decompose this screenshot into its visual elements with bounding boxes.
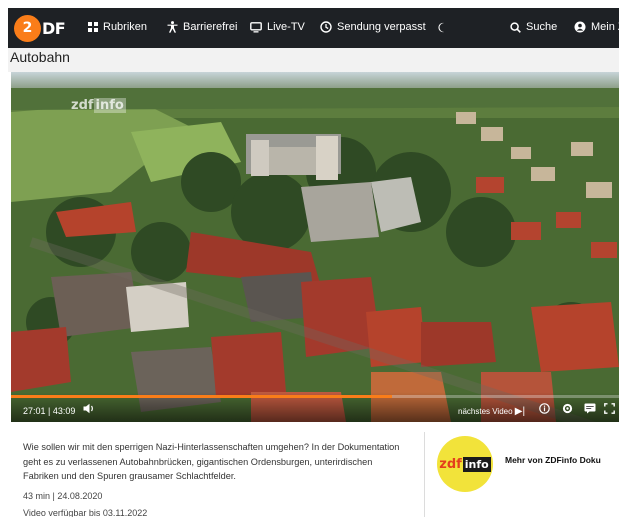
- tv-icon: [250, 21, 262, 33]
- nav-suche[interactable]: Suche: [509, 21, 557, 33]
- nav-live-tv[interactable]: Live-TV: [250, 21, 305, 33]
- fullscreen-icon[interactable]: [604, 403, 615, 414]
- top-navigation: 2 DF Rubriken Barrierefrei Live-TV Sendu…: [8, 8, 619, 48]
- video-meta: 43 min | 24.08.2020: [23, 491, 103, 501]
- dark-mode-icon: [436, 21, 448, 33]
- nav-sendung-verpasst[interactable]: Sendung verpasst: [320, 21, 426, 33]
- info-icon[interactable]: [539, 403, 550, 414]
- nav-barrierefrei-label: Barrierefrei: [183, 21, 238, 33]
- nav-rubriken[interactable]: Rubriken: [88, 21, 147, 33]
- page: 2 DF Rubriken Barrierefrei Live-TV Sendu…: [0, 0, 619, 517]
- time-separator: |: [48, 406, 51, 416]
- current-time: 27:01: [23, 406, 46, 416]
- zdf-logo[interactable]: 2 DF: [14, 14, 76, 42]
- channel-logo-info: info: [462, 456, 491, 472]
- divider: [424, 432, 425, 517]
- video-player[interactable]: zdf info 27:01 | 43:09 nächstes Video ▶|: [11, 72, 619, 422]
- settings-icon[interactable]: [562, 403, 573, 414]
- grid-icon: [88, 22, 98, 32]
- video-description: Wie sollen wir mit den sperrigen Nazi-Hi…: [23, 442, 400, 481]
- nav-live-tv-label: Live-TV: [267, 21, 305, 33]
- player-controls: 27:01 | 43:09 nächstes Video ▶|: [11, 392, 619, 422]
- clock-icon: [320, 21, 332, 33]
- volume-icon[interactable]: [83, 403, 96, 414]
- page-title: Autobahn: [10, 49, 70, 65]
- zdfinfo-channel-logo[interactable]: zdf info: [437, 436, 493, 492]
- watermark-zdf: zdf: [71, 98, 94, 113]
- search-icon: [509, 21, 521, 33]
- nav-mein-zdf-label: Mein ZDF: [591, 21, 619, 33]
- zdf-logo-text: DF: [42, 18, 66, 38]
- time-display: 27:01 | 43:09: [23, 406, 75, 416]
- zdf-logo-circle: 2: [14, 14, 41, 42]
- more-from-zdfinfo-link[interactable]: Mehr von ZDFinfo Doku: [505, 455, 601, 465]
- nav-sendung-verpasst-label: Sendung verpasst: [337, 21, 426, 33]
- subtitles-icon[interactable]: [584, 403, 596, 414]
- user-icon: [574, 21, 586, 33]
- nav-rubriken-label: Rubriken: [103, 21, 148, 33]
- nav-dark-mode-toggle[interactable]: [436, 21, 448, 33]
- next-video-label: nächstes Video: [458, 407, 513, 416]
- accessibility-icon: [166, 21, 178, 33]
- nav-mein-zdf[interactable]: Mein ZDF: [574, 21, 619, 33]
- channel-logo-zdf: zdf: [439, 456, 462, 472]
- title-bar: Autobahn: [8, 48, 619, 72]
- next-icon: ▶|: [514, 406, 526, 417]
- video-availability: Video verfügbar bis 03.11.2022: [23, 508, 148, 517]
- progress-fill: [11, 395, 392, 398]
- video-frame-image: [11, 72, 619, 422]
- nav-suche-label: Suche: [526, 21, 558, 33]
- watermark-info: info: [93, 98, 126, 113]
- progress-bar[interactable]: [11, 395, 619, 398]
- duration: 43:09: [52, 406, 76, 416]
- zdfinfo-watermark: zdf info: [71, 98, 126, 113]
- next-video-button[interactable]: nächstes Video ▶|: [458, 406, 525, 417]
- nav-barrierefrei[interactable]: Barrierefrei: [166, 21, 237, 33]
